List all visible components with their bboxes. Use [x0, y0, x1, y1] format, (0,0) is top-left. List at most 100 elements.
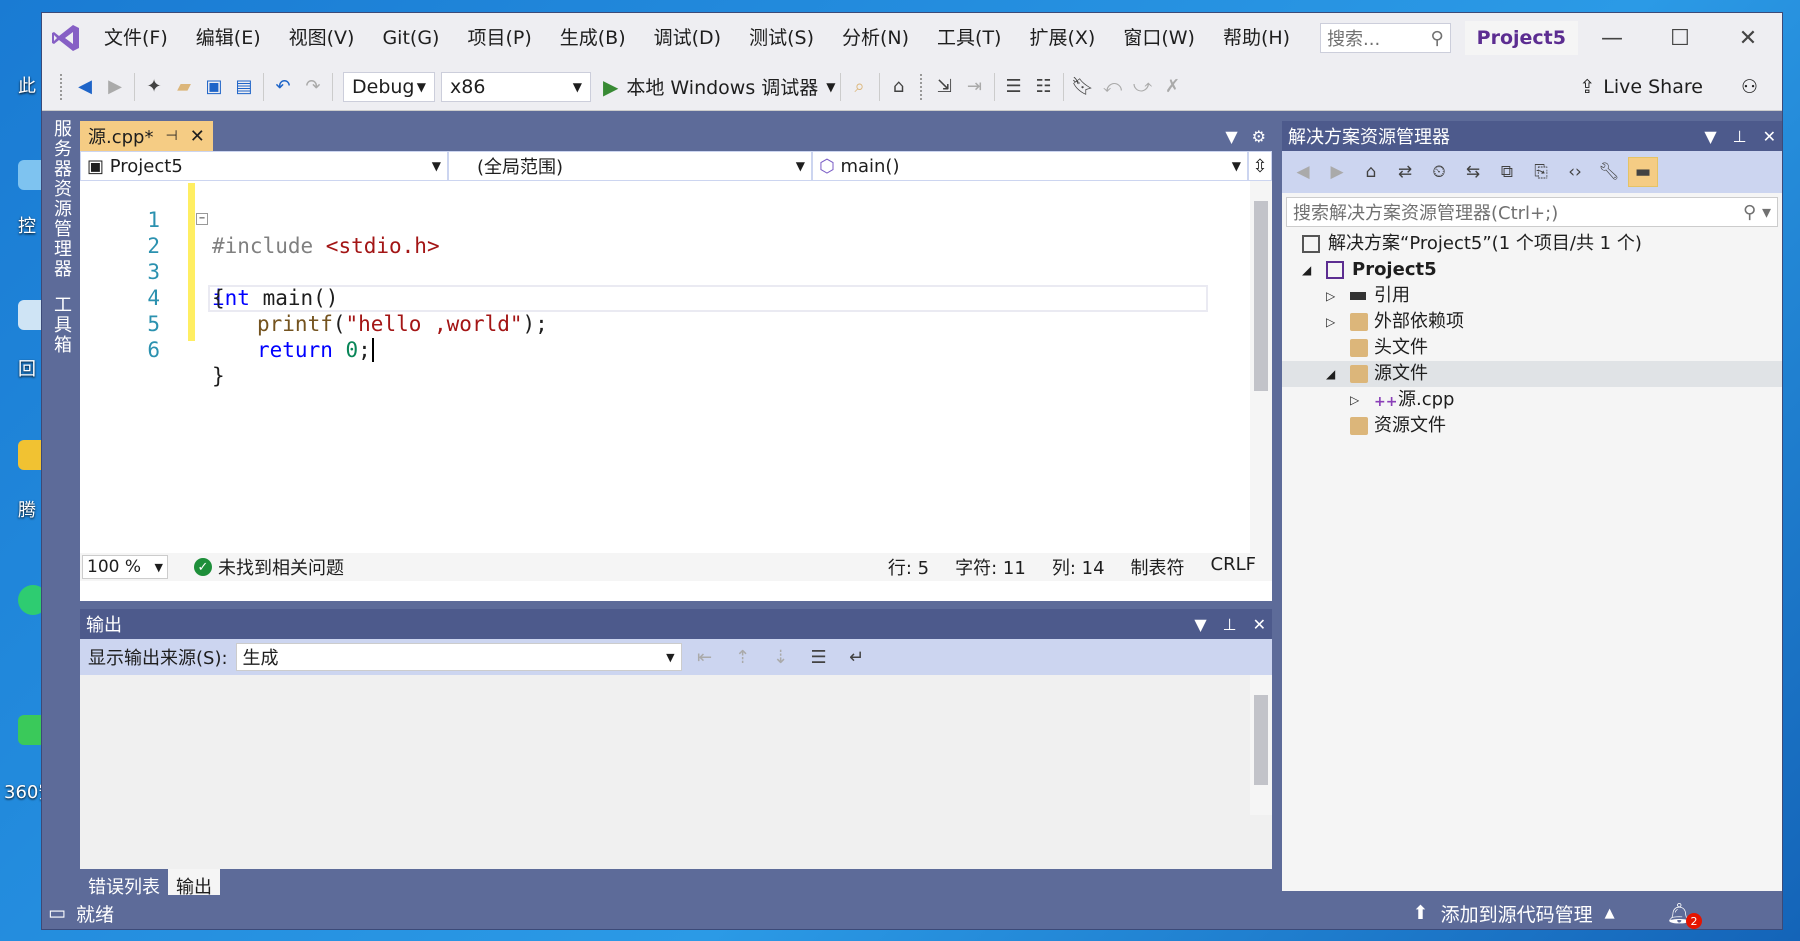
prev-message-icon[interactable]: ⇡: [728, 641, 758, 673]
issues-status[interactable]: 未找到相关问题: [218, 554, 344, 580]
project-dropdown[interactable]: ▣ Project5 ▼: [80, 151, 448, 181]
tree-item-header-files[interactable]: 头文件: [1282, 335, 1782, 361]
save-all-icon[interactable]: ▤: [229, 71, 259, 103]
menu-project[interactable]: 项目(P): [453, 13, 545, 63]
new-project-icon[interactable]: ✦: [139, 71, 169, 103]
tree-item-source-cpp[interactable]: ▷ ++ 源.cpp: [1282, 387, 1782, 413]
clear-all-icon[interactable]: ☰: [804, 641, 834, 673]
live-share-button[interactable]: ⇪ Live Share ⚇: [1579, 76, 1758, 98]
indent-indicator[interactable]: 制表符: [1131, 554, 1185, 580]
forward-icon[interactable]: ▶: [1322, 157, 1352, 187]
switch-views-icon[interactable]: ⇄: [1390, 157, 1420, 187]
collapsed-arrow-icon[interactable]: ▷: [1350, 387, 1359, 413]
global-search-input[interactable]: 搜索... ⚲: [1320, 23, 1451, 53]
maximize-icon[interactable]: ☐: [1646, 13, 1714, 63]
editor-vertical-scrollbar[interactable]: [1250, 181, 1272, 553]
account-icon[interactable]: ⚇: [1741, 76, 1758, 98]
redo-icon[interactable]: ↷: [298, 71, 328, 103]
tree-item-project[interactable]: ◢ Project5: [1282, 257, 1782, 283]
go-to-line-icon[interactable]: ⇤: [690, 641, 720, 673]
toolbar-grip[interactable]: [60, 73, 64, 100]
minimize-icon[interactable]: —: [1578, 13, 1646, 63]
close-icon[interactable]: ✕: [1253, 615, 1266, 634]
menu-extensions[interactable]: 扩展(X): [1015, 13, 1109, 63]
menu-tools[interactable]: 工具(T): [923, 13, 1015, 63]
comment-icon[interactable]: ☰: [999, 71, 1029, 103]
pending-changes-icon[interactable]: ⏲: [1424, 157, 1454, 187]
save-icon[interactable]: ▣: [199, 71, 229, 103]
sync-icon[interactable]: ⇆: [1458, 157, 1488, 187]
menu-view[interactable]: 视图(V): [275, 13, 369, 63]
close-tab-icon[interactable]: ✕: [190, 126, 205, 147]
close-icon[interactable]: ✕: [1763, 127, 1776, 146]
next-message-icon[interactable]: ⇣: [766, 641, 796, 673]
menu-help[interactable]: 帮助(H): [1209, 13, 1304, 63]
output-scroll-thumb[interactable]: [1254, 695, 1268, 785]
tab-source-cpp[interactable]: 源.cpp* ⊣ ✕: [80, 121, 213, 151]
expanded-arrow-icon[interactable]: ◢: [1326, 361, 1335, 387]
collapsed-arrow-icon[interactable]: ▷: [1326, 309, 1335, 335]
toolbar-grip[interactable]: [919, 73, 924, 100]
menu-edit[interactable]: 编辑(E): [182, 13, 275, 63]
menu-analyze[interactable]: 分析(N): [828, 13, 923, 63]
config-select[interactable]: Debug ▼: [343, 71, 435, 102]
solution-search-input[interactable]: 搜索解决方案资源管理器(Ctrl+;) ⚲ ▾: [1286, 197, 1778, 227]
code-text-area[interactable]: 1 #include <stdio.h> 2 − int main() 3 { …: [80, 181, 1250, 553]
preview-selected-icon[interactable]: ▬: [1628, 157, 1658, 187]
prev-bookmark-icon[interactable]: ⤺: [1098, 71, 1128, 103]
settings-gear-icon[interactable]: ⚙: [1252, 127, 1266, 146]
undo-icon[interactable]: ↶: [268, 71, 298, 103]
properties-icon[interactable]: 🔧︎: [1594, 157, 1624, 187]
menu-git[interactable]: Git(G): [368, 13, 453, 63]
expanded-arrow-icon[interactable]: ◢: [1302, 257, 1311, 283]
tree-item-source-files[interactable]: ◢ 源文件: [1282, 361, 1782, 387]
find-in-files-icon[interactable]: ⌕: [845, 71, 875, 103]
scope-dropdown[interactable]: (全局范围) ▼: [448, 151, 812, 181]
platform-select[interactable]: x86 ▼: [441, 71, 591, 102]
tree-item-solution[interactable]: 解决方案“Project5”(1 个项目/共 1 个): [1282, 231, 1782, 257]
show-all-files-icon[interactable]: ⎘: [1526, 157, 1556, 187]
output-vertical-scrollbar[interactable]: [1250, 675, 1272, 815]
panel-menu-icon[interactable]: ▼: [1194, 615, 1206, 634]
collapse-icon[interactable]: −: [196, 213, 208, 225]
split-icon[interactable]: ⇳: [1248, 151, 1272, 181]
step-over-icon[interactable]: ⇥: [960, 71, 990, 103]
word-wrap-icon[interactable]: ↵: [842, 641, 872, 673]
menu-test[interactable]: 测试(S): [735, 13, 828, 63]
forward-icon[interactable]: ▶: [100, 71, 130, 103]
bookmark-icon[interactable]: 🔖︎: [1068, 71, 1098, 103]
collapse-all-icon[interactable]: ⧉: [1492, 157, 1522, 187]
menu-debug[interactable]: 调试(D): [640, 13, 735, 63]
collapsed-arrow-icon[interactable]: ▷: [1326, 283, 1335, 309]
output-source-select[interactable]: 生成 ▼: [235, 643, 682, 671]
tree-item-resource-files[interactable]: 资源文件: [1282, 413, 1782, 439]
tree-item-references[interactable]: ▷ 引用: [1282, 283, 1782, 309]
notifications-icon[interactable]: 🔔︎ 2: [1667, 901, 1702, 929]
output-text-area[interactable]: [80, 675, 1272, 869]
pin-icon[interactable]: ⊥: [1733, 127, 1747, 146]
tree-item-external-deps[interactable]: ▷ 外部依赖项: [1282, 309, 1782, 335]
next-bookmark-icon[interactable]: ⤻: [1128, 71, 1158, 103]
side-tab-server-explorer[interactable]: 服务器资源管理器: [42, 111, 80, 287]
home-icon[interactable]: ⌂: [1356, 157, 1386, 187]
add-to-source-control[interactable]: 添加到源代码管理: [1441, 900, 1593, 927]
zoom-select[interactable]: 100 % ▼: [82, 555, 168, 579]
close-icon[interactable]: ✕: [1714, 13, 1782, 63]
open-folder-icon[interactable]: ▰: [169, 71, 199, 103]
side-tab-toolbox[interactable]: 工具箱: [42, 287, 80, 363]
browser-link-icon[interactable]: ⌂: [884, 71, 914, 103]
pin-icon[interactable]: ⊣: [165, 128, 177, 144]
pin-icon[interactable]: ⊥: [1223, 615, 1237, 634]
member-dropdown[interactable]: ⬡ main() ▼: [812, 151, 1248, 181]
view-code-icon[interactable]: ‹›: [1560, 157, 1590, 187]
menu-file[interactable]: 文件(F): [90, 13, 182, 63]
start-debugger-button[interactable]: ▶ 本地 Windows 调试器 ▼: [603, 73, 836, 100]
clear-bookmarks-icon[interactable]: ✗: [1158, 71, 1188, 103]
uncomment-icon[interactable]: ☷: [1029, 71, 1059, 103]
tab-overflow-icon[interactable]: ▼: [1225, 127, 1237, 146]
line-ending-indicator[interactable]: CRLF: [1211, 554, 1256, 580]
panel-menu-icon[interactable]: ▼: [1704, 127, 1716, 146]
menu-window[interactable]: 窗口(W): [1109, 13, 1209, 63]
back-icon[interactable]: ◀: [1288, 157, 1318, 187]
menu-build[interactable]: 生成(B): [546, 13, 640, 63]
